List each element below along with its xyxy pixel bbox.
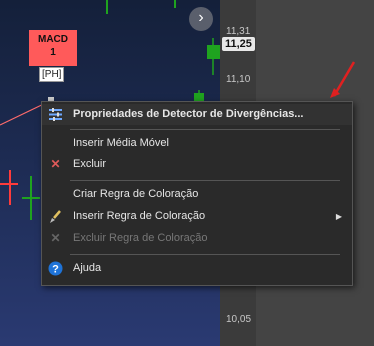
chevron-right-icon: › <box>198 9 204 26</box>
menu-separator <box>70 254 340 255</box>
menu-separator <box>70 129 340 130</box>
svg-text:?: ? <box>52 264 59 276</box>
candle-body <box>194 93 204 101</box>
menu-item-label: Inserir Regra de Coloração <box>73 210 206 222</box>
price-tick: 11,31 <box>226 26 251 37</box>
menu-item-delete-coloring-rule: ✕ Excluir Regra de Coloração <box>42 228 352 249</box>
context-menu: Propriedades de Detector de Divergências… <box>41 101 353 286</box>
macd-flag-title: MACD <box>38 34 68 45</box>
delete-x-icon: ✕ <box>50 157 61 171</box>
paint-brush-icon <box>48 209 63 224</box>
menu-item-help[interactable]: ? Ajuda <box>42 258 352 279</box>
menu-item-insert-coloring-rule[interactable]: Inserir Regra de Coloração ▶ <box>42 206 352 227</box>
menu-item-label: Criar Regra de Coloração <box>73 188 199 200</box>
ph-label: [PH] <box>39 67 65 82</box>
menu-item-label: Inserir Média Móvel <box>73 137 169 149</box>
scroll-right-button[interactable]: › <box>189 7 213 31</box>
menu-item-label: Ajuda <box>73 262 102 274</box>
red-arrow-icon <box>330 61 356 98</box>
help-icon: ? <box>48 261 63 276</box>
candle-body <box>207 45 220 59</box>
menu-item-label: Excluir Regra de Coloração <box>73 232 208 244</box>
price-tick: 10,05 <box>226 314 252 325</box>
menu-separator <box>70 180 340 181</box>
macd-divergence-flag[interactable]: MACD 1 <box>29 30 77 66</box>
properties-icon <box>48 107 63 122</box>
menu-item-label: Propriedades de Detector de Divergências… <box>73 108 304 120</box>
current-price-badge: 11,25 <box>222 37 255 51</box>
submenu-arrow-icon: ▶ <box>335 212 342 221</box>
price-tick: 11,10 <box>226 74 251 85</box>
menu-item-delete[interactable]: ✕ Excluir <box>42 154 352 175</box>
macd-flag-count: 1 <box>50 47 56 58</box>
menu-item-create-coloring-rule[interactable]: Criar Regra de Coloração <box>42 184 352 205</box>
menu-item-label: Excluir <box>73 158 107 170</box>
delete-x-disabled-icon: ✕ <box>50 231 61 245</box>
menu-item-insert-moving-average[interactable]: Inserir Média Móvel <box>42 133 352 154</box>
menu-item-divergence-properties[interactable]: Propriedades de Detector de Divergências… <box>42 104 352 125</box>
